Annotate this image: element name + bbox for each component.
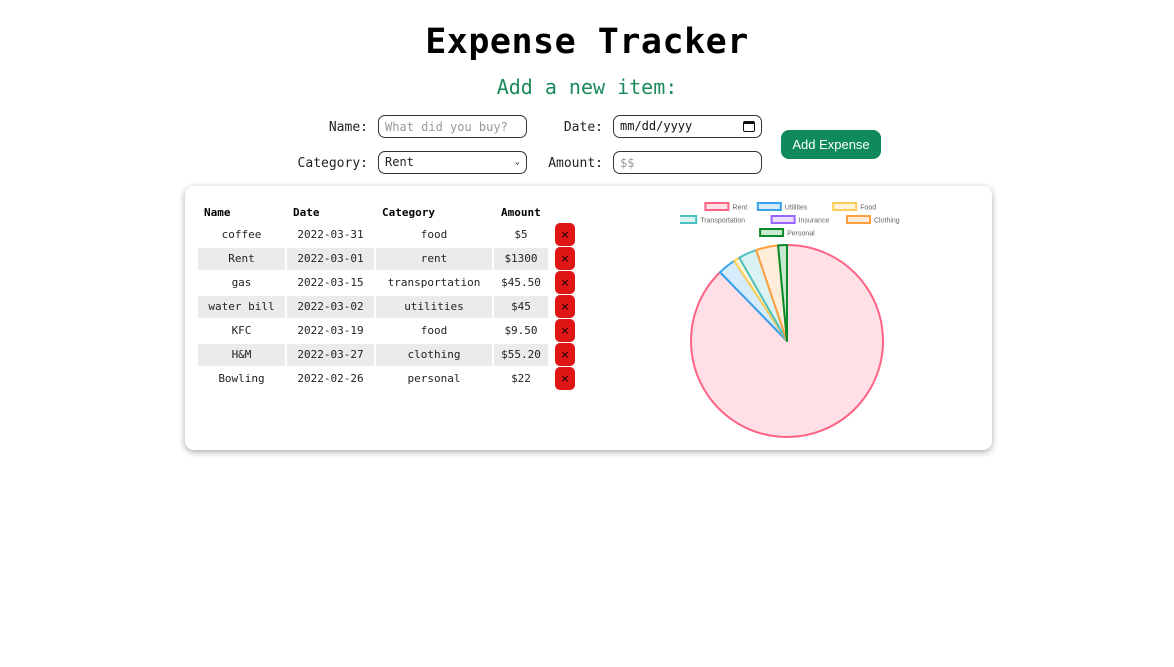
row-amount: $22 [511,372,531,385]
name-input[interactable] [378,115,527,138]
row-amount: $1300 [494,248,548,270]
legend-swatch-transportation[interactable] [680,215,698,224]
row-name: Bowling [218,372,265,385]
form-subtitle: Add a new item: [496,75,678,99]
row-category: transportation [387,276,481,289]
row-date: 2022-03-02 [287,296,374,318]
row-category: food [420,324,448,337]
legend-label-food[interactable]: Food [860,205,876,212]
legend-label-insurance[interactable]: Insurance [799,218,830,225]
table-row: KFC 2022-03-19 food $9.50 × [198,319,578,342]
row-name: gas [231,276,252,289]
column-header-date: Date [293,206,320,219]
row-category: rent [376,248,492,270]
row-category: clothing [376,344,492,366]
legend-swatch-insurance[interactable] [770,215,796,224]
date-input[interactable]: mm/dd/yyyy [613,115,762,138]
date-label: Date: [563,120,603,135]
legend-swatch-food[interactable] [832,202,858,211]
delete-button[interactable]: × [555,367,575,390]
legend-swatch-clothing[interactable] [846,215,871,224]
row-date: 2022-03-19 [297,324,364,337]
row-name: coffee [221,228,262,241]
delete-button[interactable]: × [555,271,575,294]
row-name: Rent [198,248,285,270]
legend-label-rent[interactable]: Rent [732,205,747,212]
row-date: 2022-02-26 [297,372,364,385]
calendar-icon[interactable] [743,121,755,132]
chevron-down-icon: ⌄ [514,157,520,167]
legend-label-personal[interactable]: Personal [787,231,815,238]
table-row: H&M 2022-03-27 clothing $55.20 × [198,343,578,366]
row-category: food [420,228,448,241]
row-amount: $55.20 [494,344,548,366]
table-row: gas 2022-03-15 transportation $45.50 × [198,271,578,294]
row-date: 2022-03-15 [297,276,364,289]
column-header-amount: Amount [501,206,541,219]
expense-card: Name Date Category Amount coffee 2022-03… [185,186,992,450]
row-amount: $45.50 [501,276,541,289]
delete-button[interactable]: × [555,223,575,246]
legend-label-transportation[interactable]: Transportation [700,218,745,225]
row-name: water bill [198,296,285,318]
delete-button[interactable]: × [555,247,575,270]
row-name: H&M [198,344,285,366]
table-row: Rent 2022-03-01 rent $1300 × [198,247,578,270]
row-category: utilities [376,296,492,318]
legend-label-utilities[interactable]: Utilities [785,205,808,212]
page-title: Expense Tracker [425,22,749,62]
table-row: Bowling 2022-02-26 personal $22 × [198,367,578,390]
delete-button[interactable]: × [555,343,575,366]
amount-label: Amount: [548,156,603,171]
row-date: 2022-03-31 [297,228,364,241]
table-row: coffee 2022-03-31 food $5 × [198,223,578,246]
column-header-name: Name [204,206,231,219]
delete-button[interactable]: × [555,295,575,318]
category-selected-value: Rent [385,155,414,169]
row-date: 2022-03-01 [287,248,374,270]
category-label: Category: [297,156,368,171]
amount-input[interactable] [613,151,762,174]
delete-button[interactable]: × [555,319,575,342]
legend-label-clothing[interactable]: Clothing [874,218,900,225]
add-expense-button[interactable]: Add Expense [781,130,881,159]
row-date: 2022-03-27 [287,344,374,366]
row-amount: $9.50 [504,324,538,337]
category-pie-chart: Rent Utilities Food Transportation Insurance… [680,202,900,438]
date-placeholder: mm/dd/yyyy [620,119,693,133]
name-label: Name: [328,120,368,135]
legend-swatch-personal[interactable] [759,228,785,237]
row-amount: $5 [514,228,528,241]
row-name: KFC [231,324,252,337]
row-category: personal [407,372,461,385]
legend-swatch-utilities[interactable] [756,202,782,211]
row-amount: $45 [494,296,548,318]
category-select[interactable]: Rent ⌄ [378,151,527,174]
table-row: water bill 2022-03-02 utilities $45 × [198,295,578,318]
column-header-category: Category [382,206,435,219]
legend-swatch-rent[interactable] [704,202,730,211]
